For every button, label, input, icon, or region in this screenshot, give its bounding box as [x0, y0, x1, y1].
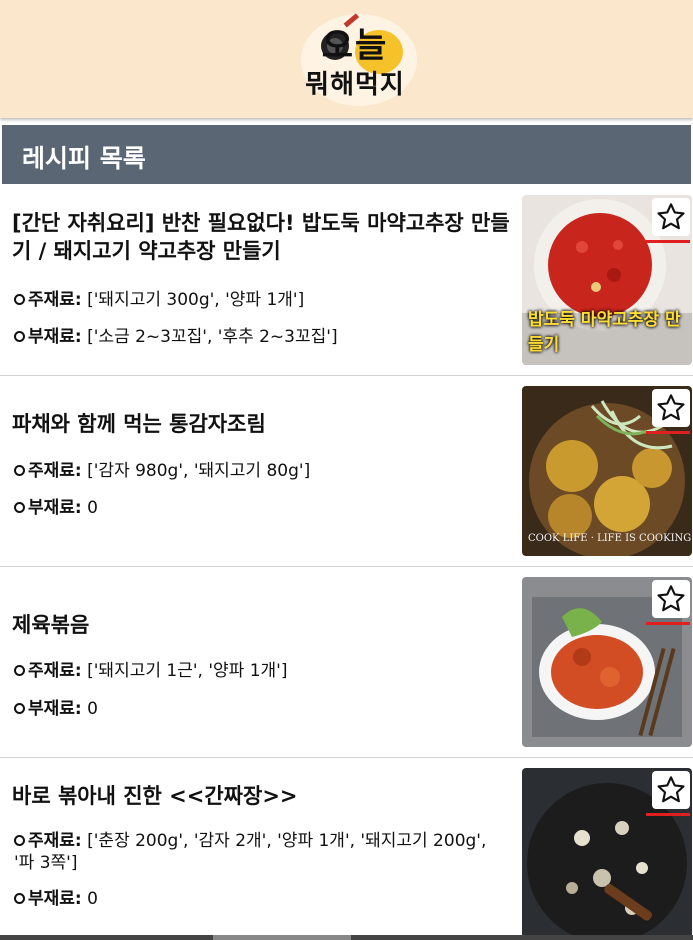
bullet-icon — [14, 893, 25, 904]
sub-ingredients-value: 0 — [87, 889, 98, 909]
star-icon — [657, 394, 685, 421]
star-icon — [657, 776, 685, 803]
favorite-button[interactable] — [652, 771, 690, 809]
star-icon — [657, 203, 685, 230]
logo-text-bottom: 뭐해먹지 — [305, 70, 405, 100]
recipe-title[interactable]: 파채와 함께 먹는 통감자조림 — [12, 410, 510, 438]
main-ingredients-value: ['감자 980g', '돼지고기 80g'] — [87, 461, 311, 481]
main-ingredients: 주재료: ['돼지고기 300g', '양파 1개'] — [14, 289, 514, 311]
bullet-icon — [14, 465, 25, 476]
favorite-button[interactable] — [652, 198, 690, 236]
favorite-underline — [646, 813, 690, 816]
main-ingredients: 주재료: ['춘장 200g', '감자 2개', '양파 1개', '돼지고기… — [14, 831, 487, 873]
recipe-title[interactable]: 제육볶음 — [12, 611, 510, 639]
star-icon — [657, 585, 685, 612]
sub-ingredients: 부재료: 0 — [14, 497, 514, 519]
app-header: 오늘 뭐해먹지 — [0, 0, 693, 118]
logo-text-top: 오늘 — [321, 26, 389, 66]
main-ingredients: 주재료: ['감자 980g', '돼지고기 80g'] — [14, 460, 514, 482]
sub-ingredients-value: ['소금 2~3꼬집', '후추 2~3꼬집'] — [87, 327, 338, 347]
recipe-thumbnail[interactable] — [522, 768, 692, 938]
recipe-list: [간단 자취요리] 반찬 필요없다! 밥도둑 마약고추장 만들기 / 돼지고기 … — [0, 185, 693, 940]
favorite-button[interactable] — [652, 389, 690, 427]
recipe-thumbnail[interactable]: 밥도둑 마약고추장 만들기 — [522, 195, 692, 365]
thumbnail-caption: 밥도둑 마약고추장 만들기 — [528, 310, 681, 355]
recipe-card[interactable]: 파채와 함께 먹는 통감자조림 주재료: ['감자 980g', '돼지고기 8… — [0, 376, 693, 567]
section-title: 레시피 목록 — [22, 144, 146, 173]
favorite-underline — [646, 622, 690, 625]
recipe-title[interactable]: 바로 볶아내 진한 <<간짜장>> — [12, 782, 510, 810]
main-ingredients-value: ['돼지고기 300g', '양파 1개'] — [87, 290, 305, 310]
bullet-icon — [14, 502, 25, 513]
bullet-icon — [14, 294, 25, 305]
recipe-thumbnail[interactable] — [522, 577, 692, 747]
favorite-button[interactable] — [652, 580, 690, 618]
main-ingredients-value: ['돼지고기 1근', '양파 1개'] — [87, 661, 288, 681]
scrollbar-thumb[interactable] — [213, 935, 351, 940]
bullet-icon — [14, 665, 25, 676]
recipe-thumbnail[interactable]: COOK LIFE · LIFE IS COOKING — [522, 386, 692, 556]
sub-ingredients: 부재료: ['소금 2~3꼬집', '후추 2~3꼬집'] — [14, 326, 514, 348]
app-logo[interactable]: 오늘 뭐해먹지 — [293, 10, 417, 110]
sub-ingredients: 부재료: 0 — [14, 698, 514, 720]
bullet-icon — [14, 331, 25, 342]
recipe-card[interactable]: [간단 자취요리] 반찬 필요없다! 밥도둑 마약고추장 만들기 / 돼지고기 … — [0, 185, 693, 376]
recipe-title[interactable]: [간단 자취요리] 반찬 필요없다! 밥도둑 마약고추장 만들기 / 돼지고기 … — [12, 209, 510, 265]
sub-ingredients-value: 0 — [87, 699, 98, 719]
horizontal-scrollbar[interactable] — [0, 935, 693, 940]
thumbnail-caption: COOK LIFE · LIFE IS COOKING — [528, 533, 692, 544]
favorite-underline — [646, 431, 690, 434]
sub-ingredients-value: 0 — [87, 498, 98, 518]
main-ingredients-value: ['춘장 200g', '감자 2개', '양파 1개', '돼지고기 200g… — [14, 831, 487, 873]
bullet-icon — [14, 703, 25, 714]
section-header: 레시피 목록 — [2, 125, 691, 184]
recipe-card[interactable]: 제육볶음 주재료: ['돼지고기 1근', '양파 1개'] 부재료: 0 — [0, 567, 693, 758]
main-ingredients: 주재료: ['돼지고기 1근', '양파 1개'] — [14, 660, 514, 682]
bullet-icon — [14, 835, 25, 846]
recipe-card[interactable]: 바로 볶아내 진한 <<간짜장>> 주재료: ['춘장 200g', '감자 2… — [0, 758, 693, 940]
sub-ingredients: 부재료: 0 — [14, 888, 514, 910]
favorite-underline — [646, 240, 690, 243]
